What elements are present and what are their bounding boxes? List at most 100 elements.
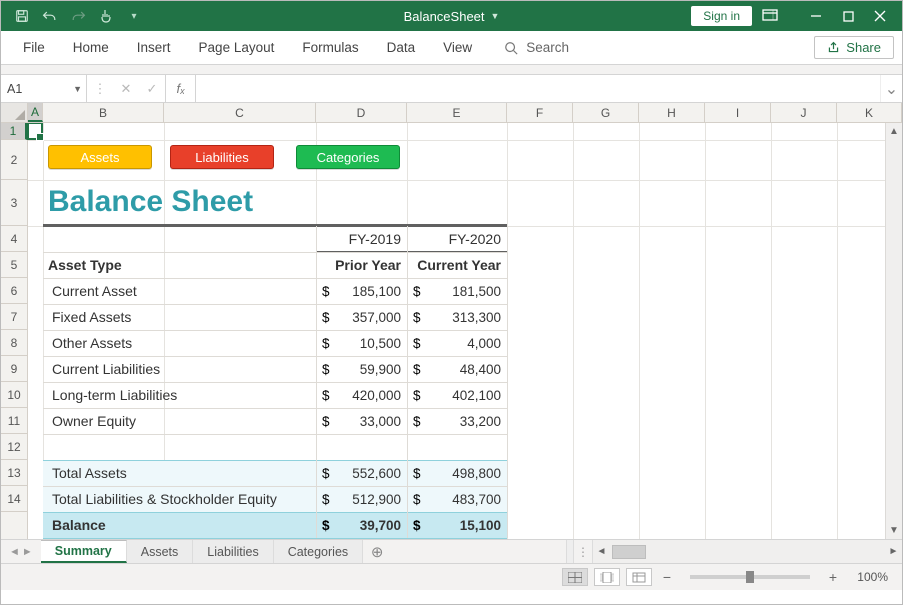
- redo-icon[interactable]: [67, 5, 89, 27]
- row-header-8[interactable]: 8: [1, 330, 27, 356]
- year-prior: FY-2019: [316, 226, 407, 252]
- view-page-layout-button[interactable]: [594, 568, 620, 586]
- hscroll-track[interactable]: [612, 545, 883, 559]
- row-header-2[interactable]: 2: [1, 140, 27, 180]
- tab-view[interactable]: View: [429, 31, 486, 64]
- active-cell[interactable]: [27, 123, 43, 140]
- fx-icon[interactable]: fx: [166, 75, 196, 102]
- scroll-left-icon[interactable]: ◄: [593, 546, 610, 557]
- data-row-current: $181,500: [407, 278, 507, 304]
- tab-file[interactable]: File: [9, 31, 59, 64]
- select-all-corner[interactable]: [1, 103, 28, 122]
- zoom-level[interactable]: 100%: [848, 570, 888, 584]
- formula-more-icon[interactable]: ⋮: [87, 81, 113, 97]
- col-header-h[interactable]: H: [639, 103, 705, 122]
- tab-insert[interactable]: Insert: [123, 31, 185, 64]
- col-header-d[interactable]: D: [316, 103, 407, 122]
- total-row-label: Total Assets: [52, 460, 312, 486]
- row-header-7[interactable]: 7: [1, 304, 27, 330]
- horizontal-scrollbar[interactable]: ◄ ►: [592, 540, 902, 563]
- row-header-3[interactable]: 3: [1, 180, 27, 226]
- row-header-10[interactable]: 10: [1, 382, 27, 408]
- header-prior-year: Prior Year: [316, 252, 407, 278]
- col-header-a[interactable]: A: [28, 103, 43, 122]
- sheet-prev-icon[interactable]: ◄: [9, 546, 20, 558]
- document-title-text: BalanceSheet: [404, 9, 485, 24]
- hscroll-thumb[interactable]: [612, 545, 646, 559]
- chevron-down-icon[interactable]: ▼: [73, 84, 82, 94]
- view-normal-button[interactable]: [562, 568, 588, 586]
- document-title[interactable]: BalanceSheet ▼: [404, 9, 500, 24]
- col-header-e[interactable]: E: [407, 103, 507, 122]
- share-button[interactable]: Share: [814, 36, 894, 59]
- sheet-tab-assets[interactable]: Assets: [127, 540, 194, 563]
- row-header-14[interactable]: 14: [1, 486, 27, 512]
- row-header-5[interactable]: 5: [1, 252, 27, 278]
- row-header-4[interactable]: 4: [1, 226, 27, 252]
- data-row-label: Current Asset: [52, 278, 312, 304]
- sheet-options-icon[interactable]: ⋮: [574, 540, 592, 563]
- tell-me-search[interactable]: Search: [504, 40, 569, 55]
- row-header-6[interactable]: 6: [1, 278, 27, 304]
- header-asset-type: Asset Type: [48, 252, 316, 278]
- expand-formula-bar-icon[interactable]: ⌄: [880, 75, 902, 102]
- status-bar: − + 100%: [1, 563, 902, 590]
- undo-icon[interactable]: [39, 5, 61, 27]
- col-header-b[interactable]: B: [43, 103, 164, 122]
- qat-customize-icon[interactable]: ▾: [123, 5, 145, 27]
- sheet-next-icon[interactable]: ►: [22, 546, 33, 558]
- view-page-break-button[interactable]: [626, 568, 652, 586]
- data-row-label: Other Assets: [52, 330, 312, 356]
- title-bar: ▾ BalanceSheet ▼ Sign in: [1, 1, 902, 31]
- data-row-prior: $59,900: [316, 356, 407, 382]
- col-header-i[interactable]: I: [705, 103, 771, 122]
- col-header-j[interactable]: J: [771, 103, 837, 122]
- zoom-slider[interactable]: [690, 575, 810, 579]
- enter-formula-icon[interactable]: ✓: [139, 81, 165, 97]
- ribbon-display-options-icon[interactable]: [762, 9, 796, 24]
- formula-input[interactable]: [196, 75, 880, 102]
- col-header-g[interactable]: G: [573, 103, 639, 122]
- scroll-up-icon[interactable]: ▲: [886, 123, 902, 140]
- zoom-knob[interactable]: [746, 571, 754, 583]
- tab-formulas[interactable]: Formulas: [288, 31, 372, 64]
- chevron-down-icon: ▼: [491, 11, 500, 21]
- goto-assets-button[interactable]: Assets: [48, 145, 152, 169]
- zoom-out-button[interactable]: −: [658, 569, 676, 585]
- tab-data[interactable]: Data: [373, 31, 430, 64]
- row-header-9[interactable]: 9: [1, 356, 27, 382]
- goto-liabilities-button[interactable]: Liabilities: [170, 145, 274, 169]
- cells-area[interactable]: Assets Liabilities Categories Balance Sh…: [28, 123, 902, 539]
- sheet-tab-categories[interactable]: Categories: [274, 540, 363, 563]
- sheet-tab-liabilities[interactable]: Liabilities: [193, 540, 273, 563]
- row-header-1[interactable]: 1: [1, 123, 27, 140]
- col-header-k[interactable]: K: [837, 103, 902, 122]
- scroll-down-icon[interactable]: ▼: [886, 522, 902, 539]
- tab-page-layout[interactable]: Page Layout: [185, 31, 289, 64]
- vertical-scrollbar[interactable]: ▲ ▼: [885, 123, 902, 539]
- row-header-11[interactable]: 11: [1, 408, 27, 434]
- maximize-button[interactable]: [832, 1, 864, 31]
- goto-categories-button[interactable]: Categories: [296, 145, 400, 169]
- header-current-year: Current Year: [407, 252, 507, 278]
- col-header-c[interactable]: C: [164, 103, 316, 122]
- touch-mode-icon[interactable]: [95, 5, 117, 27]
- row-header-13[interactable]: 13: [1, 460, 27, 486]
- col-header-f[interactable]: F: [507, 103, 573, 122]
- data-row-prior: $357,000: [316, 304, 407, 330]
- minimize-button[interactable]: [800, 1, 832, 31]
- name-box[interactable]: A1 ▼: [1, 75, 87, 102]
- data-row-label: Current Liabilities: [52, 356, 312, 382]
- save-icon[interactable]: [11, 5, 33, 27]
- new-sheet-button[interactable]: ⊕: [363, 540, 391, 563]
- row-header-12[interactable]: 12: [1, 434, 27, 460]
- zoom-in-button[interactable]: +: [824, 569, 842, 585]
- sign-in-button[interactable]: Sign in: [691, 6, 752, 26]
- scroll-right-icon[interactable]: ►: [885, 546, 902, 557]
- data-row-prior: $420,000: [316, 382, 407, 408]
- close-button[interactable]: [864, 1, 896, 31]
- tab-home[interactable]: Home: [59, 31, 123, 64]
- cancel-formula-icon[interactable]: ✕: [113, 81, 139, 97]
- tab-scroll-splitter[interactable]: [566, 540, 574, 563]
- sheet-tab-summary[interactable]: Summary: [41, 540, 127, 563]
